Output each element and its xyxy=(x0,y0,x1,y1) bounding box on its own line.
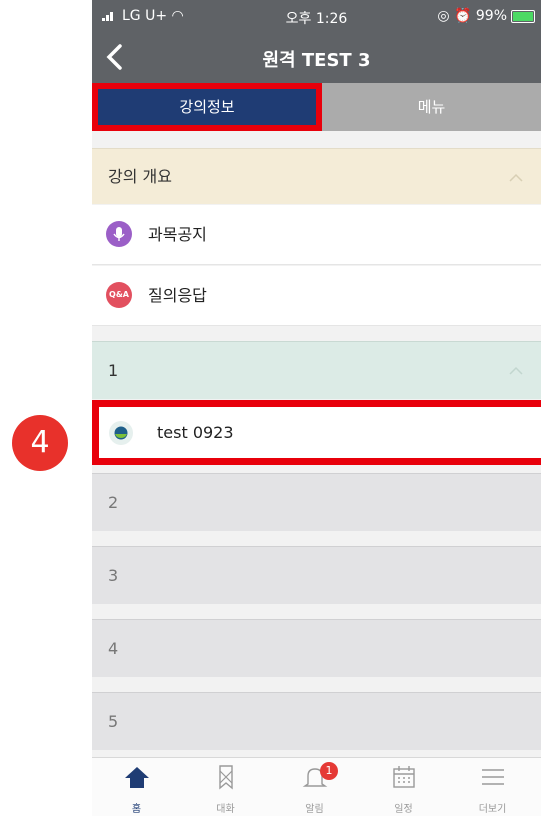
status-bar: LG U+ ◠ 오후 1:26 ◎ ⏰ 99% xyxy=(92,0,541,30)
alarm-icon: ⏰ xyxy=(453,8,472,24)
section-header-week-4[interactable]: 4 xyxy=(92,619,541,677)
page-title: 원격 TEST 3 xyxy=(262,50,371,71)
list-item-label: test 0923 xyxy=(157,423,234,442)
tabbar-label: 더보기 xyxy=(478,804,507,815)
list-item-label: 질의응답 xyxy=(148,286,207,305)
tabbar-item-more[interactable]: 더보기 xyxy=(448,758,537,816)
section-header-overview[interactable]: 강의 개요 xyxy=(92,148,541,204)
tabbar-item-alerts[interactable]: 1 알림 xyxy=(270,758,359,816)
section-title: 5 xyxy=(108,712,119,731)
list-item-notice[interactable]: 과목공지 xyxy=(92,205,541,265)
section-header-week-1[interactable]: 1 xyxy=(92,341,541,399)
chevron-up-icon xyxy=(509,173,523,182)
tab-menu[interactable]: 메뉴 xyxy=(322,83,541,131)
tab-course-info[interactable]: 강의정보 xyxy=(92,83,322,131)
section-header-week-2[interactable]: 2 xyxy=(92,473,541,531)
section-title: 4 xyxy=(108,639,119,658)
list-item-qna[interactable]: Q&A 질의응답 xyxy=(92,266,541,326)
home-icon xyxy=(125,767,149,788)
section-title: 강의 개요 xyxy=(108,167,172,186)
section-title: 2 xyxy=(108,493,119,512)
battery-icon xyxy=(511,9,535,23)
lecture-icon xyxy=(109,421,133,445)
tabbar-label: 홈 xyxy=(131,804,142,815)
menu-icon xyxy=(482,769,504,785)
tabbar-item-home[interactable]: 홈 xyxy=(92,758,181,816)
phone-screen: LG U+ ◠ 오후 1:26 ◎ ⏰ 99% 원격 TEST 3 강의정보 메… xyxy=(92,0,541,816)
tabbar-item-chat[interactable]: 대화 xyxy=(181,758,270,816)
status-right: ◎ ⏰ 99% xyxy=(437,8,535,24)
tabbar-label: 알림 xyxy=(305,804,324,815)
bottom-tab-bar: 홈 대화 1 알림 일정 더보기 xyxy=(92,757,541,816)
chat-icon xyxy=(219,765,233,790)
location-icon: ◎ xyxy=(437,8,450,24)
section-title: 3 xyxy=(108,566,119,585)
section-title: 1 xyxy=(108,361,119,380)
tabbar-item-schedule[interactable]: 일정 xyxy=(359,758,448,816)
section-header-week-3[interactable]: 3 xyxy=(92,546,541,604)
chevron-up-icon xyxy=(509,366,523,375)
calendar-icon xyxy=(393,766,415,788)
title-bar: 원격 TEST 3 xyxy=(92,34,541,80)
battery-percent: 99% xyxy=(475,8,507,24)
list-item-test-0923[interactable]: test 0923 xyxy=(92,400,541,465)
qna-icon: Q&A xyxy=(106,282,132,308)
list-item-label: 과목공지 xyxy=(148,225,207,244)
tabbar-label: 일정 xyxy=(394,804,413,815)
step-number-badge: 4 xyxy=(12,415,68,471)
app-header: LG U+ ◠ 오후 1:26 ◎ ⏰ 99% 원격 TEST 3 xyxy=(92,0,541,83)
tabbar-label: 대화 xyxy=(216,804,235,815)
microphone-icon xyxy=(106,221,132,247)
tab-bar: 강의정보 메뉴 xyxy=(92,83,541,131)
notification-badge: 1 xyxy=(320,762,338,780)
section-header-week-5[interactable]: 5 xyxy=(92,692,541,750)
